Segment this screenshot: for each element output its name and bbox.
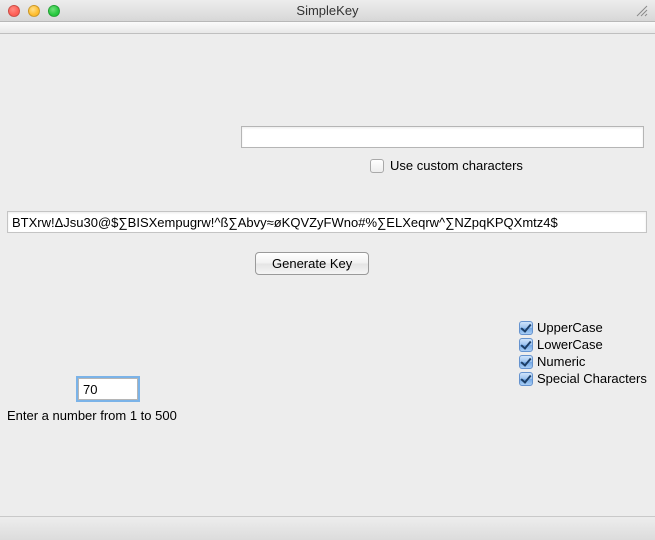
- custom-characters-checkbox[interactable]: [370, 159, 384, 173]
- custom-characters-label: Use custom characters: [390, 158, 523, 173]
- custom-characters-row: Use custom characters: [370, 158, 523, 173]
- option-lowercase[interactable]: LowerCase: [519, 337, 647, 352]
- minimize-icon[interactable]: [28, 5, 40, 17]
- special-label: Special Characters: [537, 371, 647, 386]
- numeric-label: Numeric: [537, 354, 585, 369]
- length-help-text: Enter a number from 1 to 500: [7, 408, 177, 423]
- custom-characters-input[interactable]: [241, 126, 644, 148]
- length-input[interactable]: [78, 378, 138, 400]
- close-icon[interactable]: [8, 5, 20, 17]
- generate-key-button[interactable]: Generate Key: [255, 252, 369, 275]
- numeric-checkbox[interactable]: [519, 355, 533, 369]
- options-group: UpperCase LowerCase Numeric Special Char…: [519, 320, 647, 386]
- zoom-icon[interactable]: [48, 5, 60, 17]
- option-uppercase[interactable]: UpperCase: [519, 320, 647, 335]
- statusbar: [0, 516, 655, 540]
- window-title: SimpleKey: [0, 3, 655, 18]
- lowercase-label: LowerCase: [537, 337, 603, 352]
- resize-icon[interactable]: [635, 4, 649, 18]
- option-numeric[interactable]: Numeric: [519, 354, 647, 369]
- window-controls: [0, 5, 60, 17]
- generated-key-output[interactable]: [7, 211, 647, 233]
- special-checkbox[interactable]: [519, 372, 533, 386]
- window-titlebar: SimpleKey: [0, 0, 655, 22]
- lowercase-checkbox[interactable]: [519, 338, 533, 352]
- uppercase-checkbox[interactable]: [519, 321, 533, 335]
- option-special[interactable]: Special Characters: [519, 371, 647, 386]
- toolbar-strip: [0, 22, 655, 34]
- uppercase-label: UpperCase: [537, 320, 603, 335]
- content-area: Use custom characters Generate Key Upper…: [0, 34, 655, 540]
